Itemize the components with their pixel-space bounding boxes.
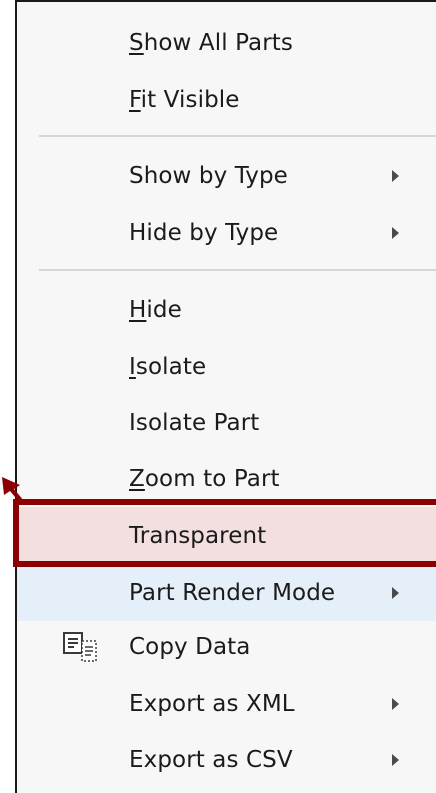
menu-item-show-by-type[interactable]: Show by Type [17,147,436,204]
label-rest: Export as XML [129,690,295,717]
context-menu: Show All Parts Fit Visible Show by Type … [15,0,436,793]
menu-item-export-csv[interactable]: Export as CSV [17,731,436,788]
accelerator-letter: Z [129,465,145,492]
submenu-arrow-icon [392,586,399,599]
menu-item-hide[interactable]: Hide [17,281,436,338]
label-rest: how All Parts [143,29,293,56]
menu-item-label: Isolate Part [129,410,259,436]
menu-item-transparent[interactable]: Transparent [17,507,436,564]
menu-item-isolate[interactable]: Isolate [17,338,436,395]
menu-separator [39,269,436,271]
label-rest: Export as CSV [129,746,293,773]
accelerator-letter: S [129,29,144,56]
label-rest: Part Render Mode [129,579,336,606]
accelerator-letter: I [129,353,136,380]
menu-item-label: Isolate [129,354,206,380]
label-rest: Show by Type [129,162,288,189]
menu-item-label: Export as XML [129,691,295,717]
label-rest: Isolate Part [129,409,260,436]
menu-item-zoom-to-part[interactable]: Zoom to Part [17,450,436,507]
label-rest: oom to Part [144,465,280,492]
menu-item-show-all-parts[interactable]: Show All Parts [17,14,436,71]
copy-data-icon [63,631,97,662]
accelerator-letter: F [129,86,141,113]
menu-item-label: Transparent [129,523,266,549]
label-rest: ide [146,296,182,323]
label-rest: Copy Data [129,633,251,660]
label-rest: Transparent [129,522,267,549]
submenu-arrow-icon [392,753,399,766]
label-rest: Hide by Type [129,219,279,246]
menu-item-label: Zoom to Part [129,466,280,492]
label-rest: it Visible [140,86,240,113]
menu-separator [39,135,436,137]
menu-item-label: Part Render Mode [129,580,335,606]
menu-item-label: Fit Visible [129,87,240,113]
submenu-arrow-icon [392,226,399,239]
menu-item-label: Export as CSV [129,747,293,773]
menu-item-label: Hide [129,297,182,323]
menu-item-isolate-part[interactable]: Isolate Part [17,394,436,451]
menu-item-export-xml[interactable]: Export as XML [17,675,436,732]
menu-item-label: Show All Parts [129,30,293,56]
menu-item-label: Copy Data [129,634,250,660]
menu-item-label: Hide by Type [129,220,278,246]
menu-item-fit-visible[interactable]: Fit Visible [17,71,436,128]
submenu-arrow-icon [392,169,399,182]
accelerator-letter: H [129,296,147,323]
menu-item-copy-data[interactable]: Copy Data [17,618,436,675]
menu-item-part-render-mode[interactable]: Part Render Mode [17,564,436,621]
label-rest: solate [135,353,207,380]
menu-item-hide-by-type[interactable]: Hide by Type [17,204,436,261]
menu-item-label: Show by Type [129,163,288,189]
submenu-arrow-icon [392,697,399,710]
